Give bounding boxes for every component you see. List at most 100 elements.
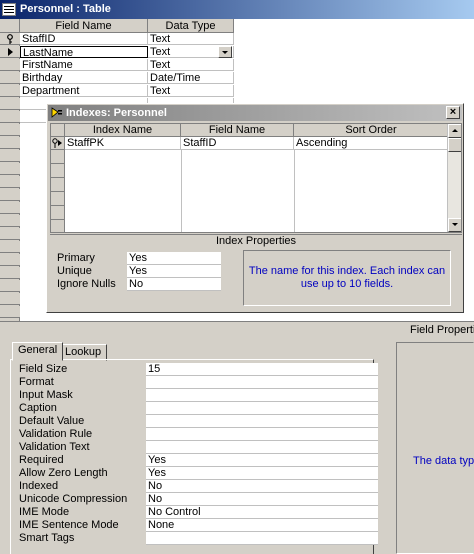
- ignore-nulls-value[interactable]: No: [127, 278, 221, 291]
- indexes-scrollbar[interactable]: [447, 124, 461, 232]
- close-button[interactable]: ×: [446, 106, 460, 119]
- title-bar[interactable]: Personnel : Table: [0, 0, 474, 19]
- default-value-value[interactable]: [146, 415, 378, 428]
- row-selector[interactable]: [51, 220, 65, 232]
- row-selector[interactable]: [0, 98, 20, 110]
- smart-tags-label: Smart Tags: [19, 532, 75, 544]
- validation-text-label: Validation Text: [19, 441, 90, 453]
- grid-corner: [0, 19, 20, 33]
- row-selector[interactable]: [0, 202, 20, 214]
- allow-zero-length-label: Allow Zero Length: [19, 467, 108, 479]
- smart-tags-value[interactable]: [146, 532, 378, 545]
- row-selector[interactable]: [0, 150, 20, 162]
- caption-value[interactable]: [146, 402, 378, 415]
- field-name-cell[interactable]: Birthday: [20, 72, 148, 84]
- validation-rule-value[interactable]: [146, 428, 378, 441]
- row-selector[interactable]: [0, 176, 20, 188]
- field-size-label: Field Size: [19, 363, 68, 375]
- field-name-cell[interactable]: FirstName: [20, 59, 148, 71]
- row-selector[interactable]: [0, 293, 20, 305]
- header-data-type: Data Type: [148, 19, 234, 33]
- indexes-dialog: Indexes: Personnel × Index Name Field Na…: [46, 103, 464, 313]
- column-divider: [181, 150, 182, 232]
- field-name-cell[interactable]: Department: [20, 85, 148, 97]
- input-mask-value[interactable]: [146, 389, 378, 402]
- row-selector[interactable]: [0, 280, 20, 292]
- row-selector[interactable]: [51, 164, 65, 178]
- row-selector[interactable]: [0, 189, 20, 201]
- scroll-up-button[interactable]: [448, 124, 461, 138]
- ime-mode-label: IME Mode: [19, 506, 70, 518]
- primary-value[interactable]: Yes: [127, 252, 221, 265]
- data-type-dropdown-button[interactable]: [218, 46, 232, 58]
- header-field-name: Field Name: [181, 124, 294, 137]
- indexes-grid: Index Name Field Name Sort Order StaffPK…: [50, 123, 462, 233]
- row-selector[interactable]: [0, 46, 20, 58]
- row-selector[interactable]: [0, 111, 20, 123]
- row-selector[interactable]: [0, 228, 20, 240]
- table-design-window: Personnel : Table Field Name Data Type S…: [0, 0, 474, 554]
- field-help-text: The data type: [413, 455, 474, 467]
- column-divider: [294, 150, 295, 232]
- field-name-cell[interactable]: LastName: [20, 46, 148, 58]
- unicode-compression-value[interactable]: No: [146, 493, 378, 506]
- field-help-panel: The data type: [396, 342, 474, 554]
- header-index-name: Index Name: [65, 124, 181, 137]
- data-type-cell[interactable]: Text: [148, 33, 234, 45]
- primary-label: Primary: [57, 252, 95, 264]
- row-selector[interactable]: [51, 137, 65, 150]
- scroll-down-button[interactable]: [448, 218, 461, 232]
- indexed-label: Indexed: [19, 480, 59, 492]
- indexes-title-bar[interactable]: Indexes: Personnel ×: [48, 105, 462, 121]
- format-label: Format: [19, 376, 54, 388]
- sort-order-cell[interactable]: Ascending: [294, 137, 449, 150]
- input-mask-label: Input Mask: [19, 389, 73, 401]
- current-row-arrow-icon: [8, 48, 13, 56]
- tab-general[interactable]: General: [12, 342, 64, 361]
- unique-label: Unique: [57, 265, 92, 277]
- grid-corner: [51, 124, 65, 137]
- row-selector[interactable]: [51, 206, 65, 220]
- index-name-cell[interactable]: StaffPK: [65, 137, 181, 150]
- indexes-title: Indexes: Personnel: [66, 107, 167, 119]
- ime-sentence-mode-value[interactable]: None: [146, 519, 378, 532]
- row-selector[interactable]: [0, 85, 20, 97]
- primary-key-icon: [52, 138, 62, 148]
- row-selector[interactable]: [0, 137, 20, 149]
- row-selector[interactable]: [0, 33, 20, 45]
- data-type-cell[interactable]: Date/Time: [148, 72, 234, 84]
- table-icon: [2, 3, 16, 16]
- data-type-cell[interactable]: Text: [148, 59, 234, 71]
- unique-value[interactable]: Yes: [127, 265, 221, 278]
- row-selector[interactable]: [0, 215, 20, 227]
- validation-text-value[interactable]: [146, 441, 378, 454]
- row-selector[interactable]: [51, 178, 65, 192]
- field-size-value[interactable]: 15: [146, 363, 378, 376]
- row-selector[interactable]: [0, 72, 20, 84]
- row-selector[interactable]: [0, 124, 20, 136]
- scroll-thumb[interactable]: [448, 138, 461, 152]
- general-tab-panel: Field Size 15 Format Input Mask Caption …: [10, 359, 378, 554]
- row-selector[interactable]: [0, 267, 20, 279]
- row-selector[interactable]: [0, 163, 20, 175]
- allow-zero-length-value[interactable]: Yes: [146, 467, 378, 480]
- required-value[interactable]: Yes: [146, 454, 378, 467]
- default-value-label: Default Value: [19, 415, 85, 427]
- indexes-icon: [51, 107, 62, 118]
- row-selector[interactable]: [0, 254, 20, 266]
- index-properties-title: Index Properties: [50, 234, 462, 247]
- ime-sentence-mode-label: IME Sentence Mode: [19, 519, 119, 531]
- row-selector[interactable]: [0, 306, 20, 318]
- row-selector[interactable]: [0, 241, 20, 253]
- row-selector[interactable]: [0, 59, 20, 71]
- data-type-cell[interactable]: Text: [148, 85, 234, 97]
- row-selector[interactable]: [51, 150, 65, 164]
- row-selector[interactable]: [51, 192, 65, 206]
- format-value[interactable]: [146, 376, 378, 389]
- field-name-cell[interactable]: StaffID: [181, 137, 294, 150]
- field-name-cell[interactable]: StaffID: [20, 33, 148, 45]
- caption-label: Caption: [19, 402, 57, 414]
- field-properties-label: Field Properties: [410, 324, 474, 336]
- ime-mode-value[interactable]: No Control: [146, 506, 378, 519]
- indexed-value[interactable]: No: [146, 480, 378, 493]
